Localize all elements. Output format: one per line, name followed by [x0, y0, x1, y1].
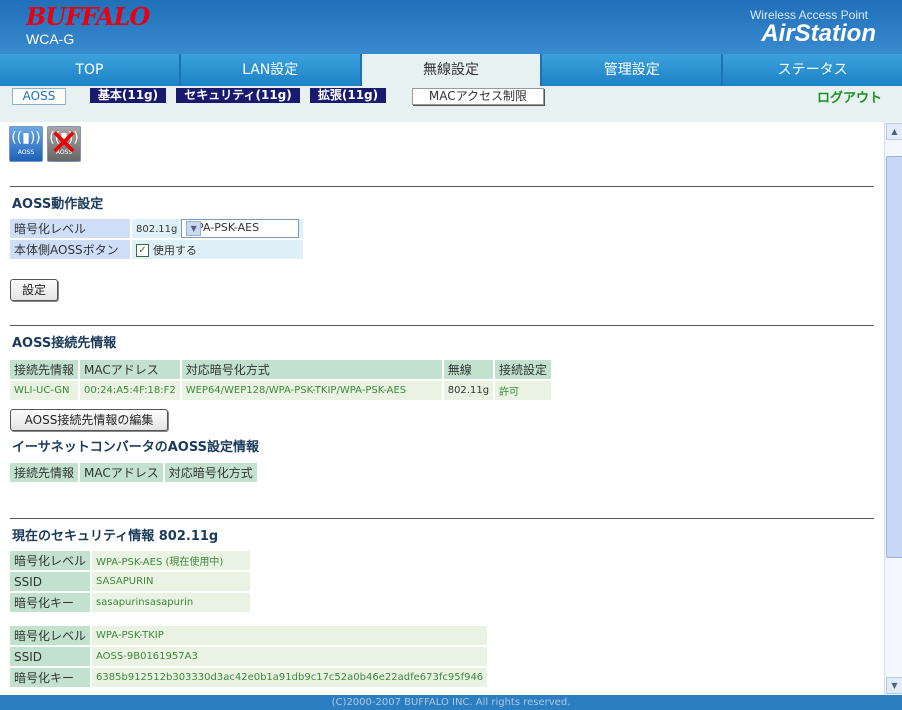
- tab-top[interactable]: TOP: [0, 54, 179, 86]
- aoss-on-icon-label: AOSS: [17, 149, 35, 156]
- aoss-button-label: 本体側AOSSボタン: [10, 240, 130, 259]
- section-divider: [10, 518, 874, 519]
- client-connection: 許可: [495, 381, 552, 400]
- aoss-button-check-label: 使用する: [152, 243, 197, 257]
- encryption-level-select[interactable]: WPA-PSK-AES ▼: [181, 219, 300, 238]
- col-client-info: 接続先情報: [10, 463, 79, 482]
- enc-key-label: 暗号化キー: [10, 593, 91, 612]
- footer: (C)2000-2007 BUFFALO INC. All rights res…: [0, 695, 902, 710]
- tab-wireless-settings[interactable]: 無線設定: [361, 54, 541, 86]
- tab-lan-settings[interactable]: LAN設定: [180, 54, 360, 86]
- disabled-x-icon: ✕: [48, 123, 80, 164]
- ssid-value: SASAPURIN: [92, 572, 251, 591]
- subnav-basic[interactable]: 基本(11g): [90, 88, 166, 103]
- col-mac-address: MACアドレス: [80, 360, 180, 379]
- model-name: WCA-G: [26, 31, 75, 47]
- aoss-settings-title: AOSS動作設定: [12, 197, 104, 212]
- col-client-info: 接続先情報: [10, 360, 79, 379]
- section-divider: [10, 186, 874, 187]
- subnav-security[interactable]: セキュリティ(11g): [176, 88, 300, 103]
- aoss-clients-table: 接続先情報 MACアドレス 対応暗号化方式 無線 接続設定 WLI-UC-GN …: [8, 358, 553, 402]
- table-row: WLI-UC-GN 00:24:A5:4F:18:F2 WEP64/WEP128…: [10, 381, 552, 400]
- col-wireless: 無線: [443, 360, 494, 379]
- ssid-value: AOSS-9B0161957A3: [92, 647, 488, 666]
- enc-key-label: 暗号化キー: [10, 668, 91, 687]
- ethernet-converter-table: 接続先情報 MACアドレス 対応暗号化方式: [8, 461, 259, 484]
- brand-logo: BUFFALO: [26, 2, 150, 31]
- edit-aoss-clients-button[interactable]: AOSS接続先情報の編集: [10, 409, 168, 431]
- subnav-extended[interactable]: 拡張(11g): [310, 88, 386, 103]
- section-divider: [10, 325, 874, 326]
- sub-navigation: AOSS 基本(11g) セキュリティ(11g) 拡張(11g) MACアクセス…: [0, 86, 902, 122]
- logout-link[interactable]: ログアウト: [817, 87, 882, 106]
- enc-level-label: 暗号化レベル: [10, 551, 91, 570]
- ssid-label: SSID: [10, 647, 91, 666]
- scroll-down-icon[interactable]: ▼: [886, 677, 902, 694]
- product-name: AirStation: [761, 20, 876, 47]
- subnav-aoss[interactable]: AOSS: [12, 88, 66, 105]
- col-connection: 接続設定: [495, 360, 552, 379]
- chevron-down-icon[interactable]: ▼: [186, 221, 202, 236]
- aoss-settings-table: 暗号化レベル 802.11g WPA-PSK-AES ▼ 本体側AOSSボタン …: [8, 217, 305, 261]
- main-tabs: TOP LAN設定 無線設定 管理設定 ステータス: [0, 54, 902, 86]
- tab-status[interactable]: ステータス: [723, 54, 902, 86]
- client-name: WLI-UC-GN: [10, 381, 79, 400]
- col-encryption: 対応暗号化方式: [181, 360, 442, 379]
- scroll-up-icon[interactable]: ▲: [886, 123, 902, 140]
- enc-key-value: 6385b912512b303330d3ac42e0b1a91db9c17c52…: [92, 668, 488, 687]
- submit-button[interactable]: 設定: [10, 279, 58, 301]
- vertical-scrollbar[interactable]: ▲ ▼: [884, 122, 902, 695]
- security-info-title: 現在のセキュリティ情報 802.11g: [12, 529, 219, 544]
- aoss-off-icon[interactable]: ((▮)) AOSS ✕: [47, 126, 81, 162]
- tab-admin-settings[interactable]: 管理設定: [542, 54, 722, 86]
- encryption-level-label: 暗号化レベル: [10, 219, 130, 238]
- security-info-aoss: 暗号化レベル WPA-PSK-TKIP SSID AOSS-9B0161957A…: [8, 624, 489, 689]
- scroll-thumb[interactable]: [886, 156, 902, 558]
- client-mac: 00:24:A5:4F:18:F2: [80, 381, 180, 400]
- client-encryption: WEP64/WEP128/WPA-PSK-TKIP/WPA-PSK-AES: [181, 381, 442, 400]
- enc-level-value: WPA-PSK-AES (現在使用中): [92, 551, 251, 570]
- band-label: 802.11g: [136, 224, 178, 235]
- enc-key-value: sasapurinsasapurin: [92, 593, 251, 612]
- subnav-mac-access[interactable]: MACアクセス制限: [412, 88, 544, 105]
- header-bar: BUFFALO WCA-G Wireless Access Point AirS…: [0, 0, 902, 54]
- col-encryption: 対応暗号化方式: [164, 463, 257, 482]
- aoss-on-icon[interactable]: ((▮)) AOSS: [9, 126, 43, 162]
- ssid-label: SSID: [10, 572, 91, 591]
- security-info-current: 暗号化レベル WPA-PSK-AES (現在使用中) SSID SASAPURI…: [8, 549, 252, 614]
- enc-level-label: 暗号化レベル: [10, 626, 91, 645]
- aoss-clients-title: AOSS接続先情報: [12, 336, 117, 351]
- col-mac-address: MACアドレス: [80, 463, 163, 482]
- client-wireless: 802.11g: [443, 381, 494, 400]
- content-area: ((▮)) AOSS ((▮)) AOSS ✕ AOSS動作設定 暗号化レベル …: [0, 122, 884, 695]
- enc-level-value: WPA-PSK-TKIP: [92, 626, 488, 645]
- ethernet-converter-title: イーサネットコンバータのAOSS設定情報: [12, 440, 259, 455]
- aoss-button-checkbox[interactable]: ✓: [136, 243, 149, 257]
